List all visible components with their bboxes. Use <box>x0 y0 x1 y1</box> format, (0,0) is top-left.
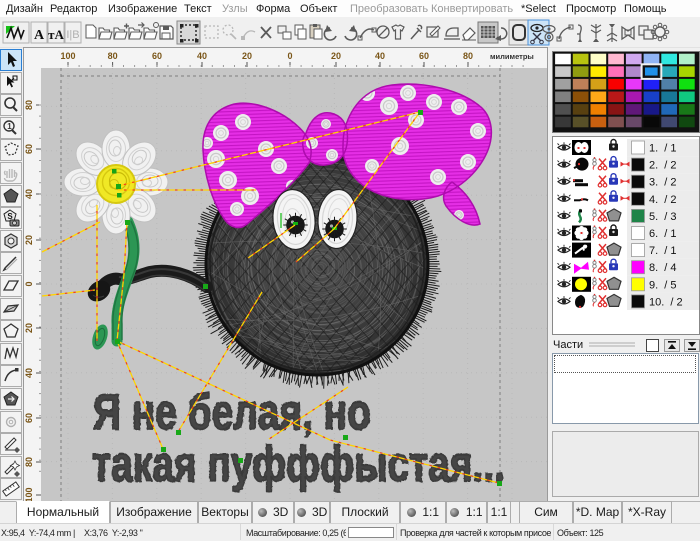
svg-text:4. / 2: 4. / 2 <box>649 194 677 206</box>
svg-text:0: 0 <box>287 51 292 61</box>
svg-text:милиметры: милиметры <box>490 52 534 61</box>
svg-text:20: 20 <box>24 323 34 333</box>
svg-text:60: 60 <box>152 51 162 61</box>
svg-text:6. / 1: 6. / 1 <box>649 228 677 240</box>
svg-text:8. / 4: 8. / 4 <box>649 262 677 274</box>
svg-text:3. / 2: 3. / 2 <box>649 177 677 189</box>
svg-text:60: 60 <box>24 413 34 423</box>
svg-text:100: 100 <box>24 487 34 501</box>
svg-text:1. / 1: 1. / 1 <box>649 143 677 155</box>
svg-text:20: 20 <box>242 51 252 61</box>
svg-text:ᴛA: ᴛA <box>48 27 64 42</box>
svg-text:9. / 5: 9. / 5 <box>649 279 677 291</box>
svg-text:40: 40 <box>375 51 385 61</box>
svg-text:20: 20 <box>24 235 34 245</box>
svg-text:20: 20 <box>331 51 341 61</box>
svg-text:40: 40 <box>24 368 34 378</box>
svg-text:5. / 3: 5. / 3 <box>649 211 677 223</box>
svg-text:40: 40 <box>24 189 34 199</box>
svg-text:80: 80 <box>24 100 34 110</box>
svg-text:I|B: I|B <box>66 29 79 41</box>
svg-text:40: 40 <box>197 51 207 61</box>
svg-text:80: 80 <box>463 51 473 61</box>
svg-text:2. / 2: 2. / 2 <box>649 160 677 172</box>
svg-text:80: 80 <box>24 457 34 467</box>
svg-text:такая пуфффыстая...: такая пуфффыстая... <box>92 436 505 492</box>
svg-text:7. / 1: 7. / 1 <box>649 245 677 257</box>
svg-text:A: A <box>34 28 45 43</box>
svg-text:60: 60 <box>419 51 429 61</box>
svg-text:60: 60 <box>24 144 34 154</box>
svg-text:10. / 2: 10. / 2 <box>649 296 683 308</box>
svg-text:80: 80 <box>108 51 118 61</box>
svg-text:100: 100 <box>60 51 75 61</box>
svg-text:1: 1 <box>7 122 12 131</box>
svg-text:0: 0 <box>24 281 34 286</box>
svg-text:Я не белая, но: Я не белая, но <box>93 384 371 440</box>
